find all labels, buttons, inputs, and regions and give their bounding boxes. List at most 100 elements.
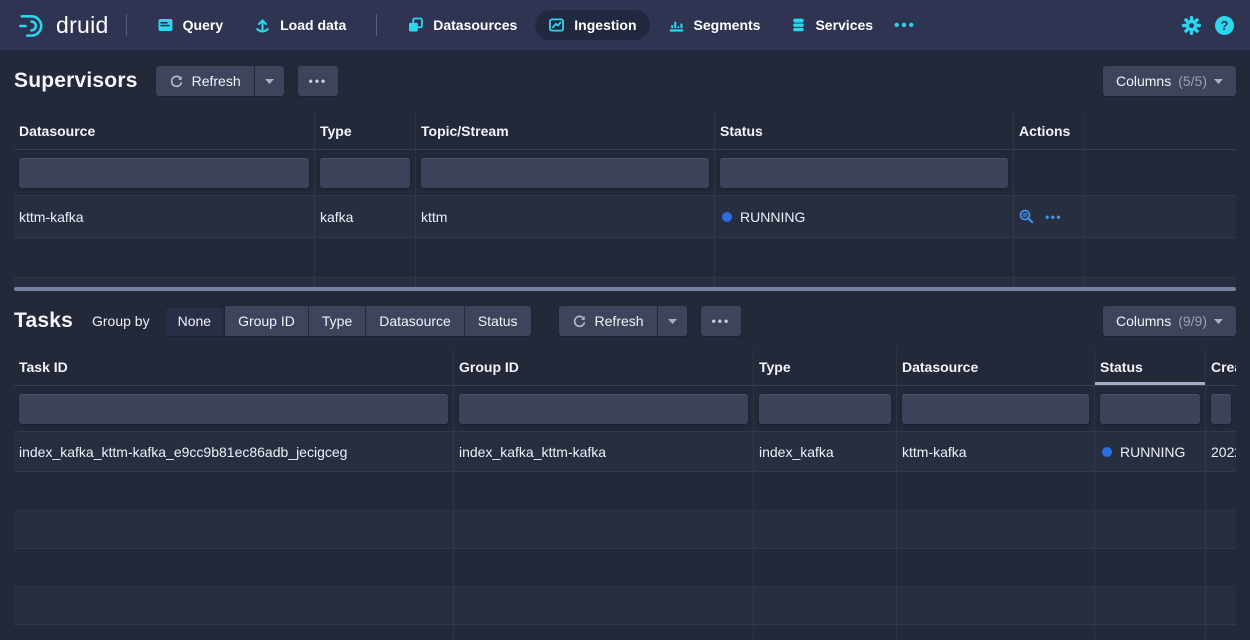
druid-logo-icon bbox=[16, 11, 47, 40]
topic-stream-filter-input[interactable] bbox=[421, 158, 709, 188]
cell-value: index_kafka_kttm-kafka_e9cc9b81ec86adb_j… bbox=[19, 444, 347, 460]
column-header-task-id[interactable]: Task ID bbox=[14, 348, 454, 385]
empty-row bbox=[14, 472, 1236, 511]
column-header-label: Type bbox=[759, 359, 791, 375]
status-filter-input[interactable] bbox=[1100, 394, 1200, 424]
nav-item-segments[interactable]: Segments bbox=[655, 10, 774, 40]
help-icon[interactable]: ? bbox=[1215, 16, 1234, 35]
brand[interactable]: druid bbox=[16, 11, 109, 40]
refresh-label: Refresh bbox=[192, 73, 241, 89]
nav-item-label: Ingestion bbox=[574, 17, 636, 33]
nav-item-label: Segments bbox=[694, 17, 761, 33]
column-header-datasource[interactable]: Datasource bbox=[897, 348, 1095, 385]
filter-cell bbox=[1085, 150, 1236, 195]
nav-item-label: Load data bbox=[280, 17, 346, 33]
nav-item-datasources[interactable]: Datasources bbox=[394, 10, 530, 40]
button-label: None bbox=[178, 313, 211, 329]
group-id-filter-input[interactable] bbox=[459, 394, 748, 424]
nav-item-ingestion[interactable]: Ingestion bbox=[535, 10, 649, 40]
refresh-icon bbox=[572, 314, 587, 329]
nav-items: Query Load data Datasources bbox=[144, 10, 886, 40]
more-icon: ••• bbox=[309, 74, 328, 88]
cell-value: kttm bbox=[421, 209, 447, 225]
type-filter-input[interactable] bbox=[759, 394, 891, 424]
supervisors-columns-button[interactable]: Columns (5/5) bbox=[1103, 66, 1236, 96]
columns-count: (5/5) bbox=[1178, 73, 1207, 89]
type-filter-input[interactable] bbox=[320, 158, 410, 188]
refresh-dropdown-button[interactable] bbox=[254, 66, 284, 96]
running-status-dot bbox=[722, 212, 732, 222]
nav-item-label: Datasources bbox=[433, 17, 517, 33]
datasource-filter-input[interactable] bbox=[19, 158, 309, 188]
tasks-columns-button[interactable]: Columns (9/9) bbox=[1103, 306, 1236, 336]
supervisors-more-button[interactable]: ••• bbox=[298, 66, 339, 96]
settings-gear-icon[interactable] bbox=[1182, 16, 1201, 35]
datasource-cell: kttm-kafka bbox=[14, 196, 315, 237]
group-by-type-button[interactable]: Type bbox=[309, 306, 366, 336]
filter-cell bbox=[1095, 386, 1206, 431]
button-label: Datasource bbox=[379, 313, 451, 329]
column-header-label: Type bbox=[320, 123, 352, 139]
columns-label: Columns bbox=[1116, 313, 1171, 329]
column-header-filler bbox=[1085, 112, 1236, 149]
nav-item-services[interactable]: Services bbox=[778, 10, 886, 40]
supervisors-title: Supervisors bbox=[14, 69, 138, 93]
empty-row bbox=[14, 511, 1236, 549]
column-header-datasource[interactable]: Datasource bbox=[14, 112, 315, 149]
column-header-created-time[interactable]: Created time bbox=[1206, 348, 1236, 385]
group-by-datasource-button[interactable]: Datasource bbox=[366, 306, 465, 336]
brand-name: druid bbox=[56, 12, 109, 39]
columns-label: Columns bbox=[1116, 73, 1171, 89]
task-id-cell: index_kafka_kttm-kafka_e9cc9b81ec86adb_j… bbox=[14, 432, 454, 471]
nav-item-label: Query bbox=[183, 17, 223, 33]
button-label: Status bbox=[478, 313, 518, 329]
filter-cell bbox=[14, 386, 454, 431]
nav-item-query[interactable]: Query bbox=[144, 10, 236, 40]
task-row-index-kafka: index_kafka_kttm-kafka_e9cc9b81ec86adb_j… bbox=[14, 432, 1236, 472]
supervisors-refresh-split-button: Refresh bbox=[156, 66, 284, 96]
column-header-type[interactable]: Type bbox=[315, 112, 416, 149]
actions-cell: ••• bbox=[1014, 196, 1085, 237]
caret-down-icon bbox=[1214, 319, 1223, 324]
tasks-title: Tasks bbox=[14, 309, 73, 333]
task-id-filter-input[interactable] bbox=[19, 394, 448, 424]
supervisors-table: Datasource Type Topic/Stream Status Acti… bbox=[14, 112, 1236, 291]
cell-value: kttm-kafka bbox=[19, 209, 84, 225]
filter-cell bbox=[454, 386, 754, 431]
refresh-dropdown-button[interactable] bbox=[657, 306, 687, 336]
column-header-type[interactable]: Type bbox=[754, 348, 897, 385]
datasource-filter-input[interactable] bbox=[902, 394, 1089, 424]
filter-cell bbox=[1014, 150, 1085, 195]
group-by-group-id-button[interactable]: Group ID bbox=[225, 306, 309, 336]
sort-indicator bbox=[1095, 382, 1205, 385]
status-filter-input[interactable] bbox=[720, 158, 1008, 188]
help-glyph: ? bbox=[1221, 18, 1229, 33]
tasks-more-button[interactable]: ••• bbox=[701, 306, 742, 336]
divider bbox=[126, 14, 127, 36]
column-header-group-id[interactable]: Group ID bbox=[454, 348, 754, 385]
status-badge: RUNNING bbox=[740, 209, 805, 225]
refresh-button[interactable]: Refresh bbox=[156, 66, 254, 96]
column-header-topic-stream[interactable]: Topic/Stream bbox=[416, 112, 715, 149]
nav-more-icon[interactable]: ••• bbox=[894, 17, 916, 34]
filter-cell bbox=[315, 150, 416, 195]
column-header-status-sorted[interactable]: Status bbox=[1095, 348, 1206, 385]
columns-count: (9/9) bbox=[1178, 313, 1207, 329]
supervisors-table-header-row: Datasource Type Topic/Stream Status Acti… bbox=[14, 112, 1236, 150]
column-header-actions: Actions bbox=[1014, 112, 1085, 149]
horizontal-scrollbar[interactable] bbox=[14, 287, 1236, 291]
column-header-status[interactable]: Status bbox=[715, 112, 1014, 149]
created-time-filter-input[interactable] bbox=[1211, 394, 1231, 424]
refresh-button[interactable]: Refresh bbox=[559, 306, 657, 336]
caret-down-icon bbox=[668, 319, 677, 324]
filter-cell bbox=[897, 386, 1095, 431]
filler-cell bbox=[1085, 196, 1236, 237]
group-by-none-button[interactable]: None bbox=[165, 306, 225, 336]
row-more-actions-icon[interactable]: ••• bbox=[1045, 210, 1062, 224]
cell-value: index_kafka_kttm-kafka bbox=[459, 444, 606, 460]
nav-item-load-data[interactable]: Load data bbox=[241, 10, 359, 40]
search-details-icon[interactable] bbox=[1019, 209, 1034, 224]
supervisors-filter-row bbox=[14, 150, 1236, 196]
empty-row bbox=[14, 625, 1236, 640]
group-by-status-button[interactable]: Status bbox=[465, 306, 531, 336]
